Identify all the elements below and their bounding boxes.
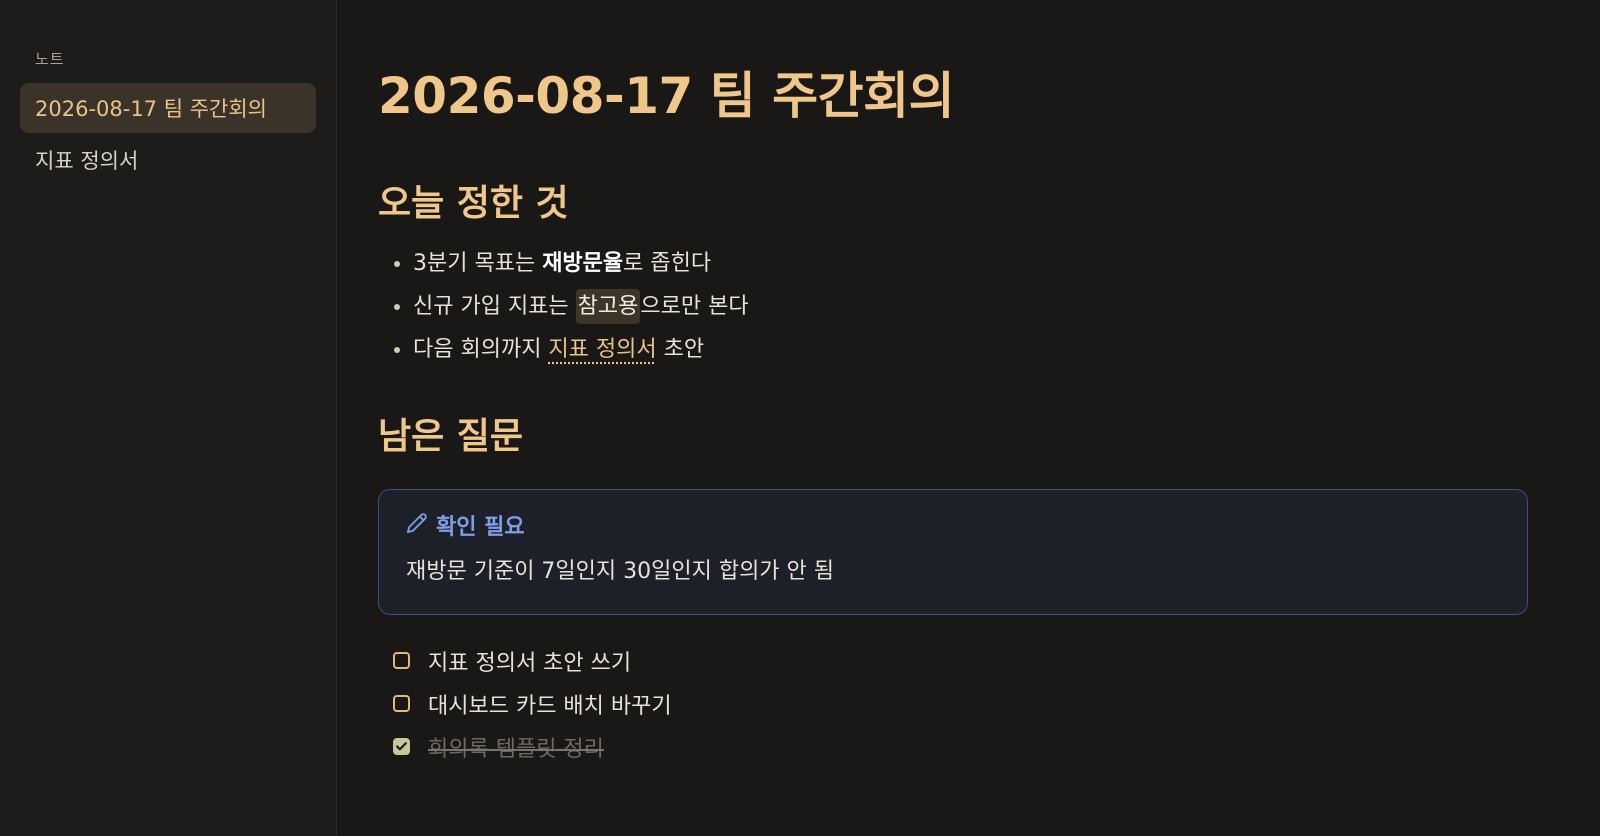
bold-text: 재방문율 xyxy=(542,251,624,276)
sidebar-heading: 노트 xyxy=(35,50,65,68)
task-label: 대시보드 카드 배치 바꾸기 xyxy=(428,693,672,719)
list-item: 3분기 목표는 재방문율로 좁힌다 xyxy=(378,242,1528,285)
highlighted-text: 참고용 xyxy=(575,289,641,324)
callout-title-text: 확인 필요 xyxy=(436,514,525,540)
task-label: 회의록 템플릿 정리 xyxy=(428,736,604,762)
task-item-done[interactable]: 회의록 템플릿 정리 xyxy=(378,725,1528,768)
callout-box: 확인 필요 재방문 기준이 7일인지 30일인지 합의가 안 됨 xyxy=(378,489,1528,615)
callout-title: 확인 필요 xyxy=(406,512,1500,543)
sidebar-item-metric-definitions[interactable]: 지표 정의서 xyxy=(20,135,316,185)
note-editor[interactable]: 2026-08-17 팀 주간회의 오늘 정한 것 3분기 목표는 재방문율로 … xyxy=(337,0,1600,836)
task-item[interactable]: 지표 정의서 초안 쓰기 xyxy=(378,639,1528,682)
checkmark-icon xyxy=(396,742,407,751)
pencil-icon xyxy=(406,512,428,543)
sidebar: 노트 2026-08-17 팀 주간회의 지표 정의서 xyxy=(0,0,337,836)
list-item-text: 다음 회의까지 xyxy=(413,337,549,362)
task-item[interactable]: 대시보드 카드 배치 바꾸기 xyxy=(378,682,1528,725)
list-item-text: 로 좁힌다 xyxy=(623,251,712,276)
page-title: 2026-08-17 팀 주간회의 xyxy=(378,67,955,125)
list-item-text: 초안 xyxy=(656,337,705,362)
task-checkbox[interactable] xyxy=(393,652,410,669)
list-item: 신규 가입 지표는 참고용으로만 본다 xyxy=(378,285,1528,328)
app-window: 노트 2026-08-17 팀 주간회의 지표 정의서 2026-08-17 팀… xyxy=(0,0,1600,836)
task-checkbox[interactable] xyxy=(393,695,410,712)
list-item: 다음 회의까지 지표 정의서 초안 xyxy=(378,328,1528,371)
list-item-text: 으로만 본다 xyxy=(640,294,749,319)
task-list: 지표 정의서 초안 쓰기 대시보드 카드 배치 바꾸기 회의록 템플릿 정리 xyxy=(378,639,1528,768)
internal-note-link[interactable]: 지표 정의서 xyxy=(548,337,656,362)
list-item-text: 3분기 목표는 xyxy=(413,251,543,276)
task-checkbox-checked[interactable] xyxy=(393,738,410,755)
section-heading-decisions: 오늘 정한 것 xyxy=(378,183,569,224)
section-heading-open-questions: 남은 질문 xyxy=(378,416,524,457)
decision-list: 3분기 목표는 재방문율로 좁힌다 신규 가입 지표는 참고용으로만 본다 다음… xyxy=(378,242,1528,371)
task-label: 지표 정의서 초안 쓰기 xyxy=(428,650,632,676)
sidebar-item-weekly-meeting[interactable]: 2026-08-17 팀 주간회의 xyxy=(20,83,316,133)
list-item-text: 신규 가입 지표는 xyxy=(413,294,576,319)
callout-body: 재방문 기준이 7일인지 30일인지 합의가 안 됨 xyxy=(406,559,835,584)
